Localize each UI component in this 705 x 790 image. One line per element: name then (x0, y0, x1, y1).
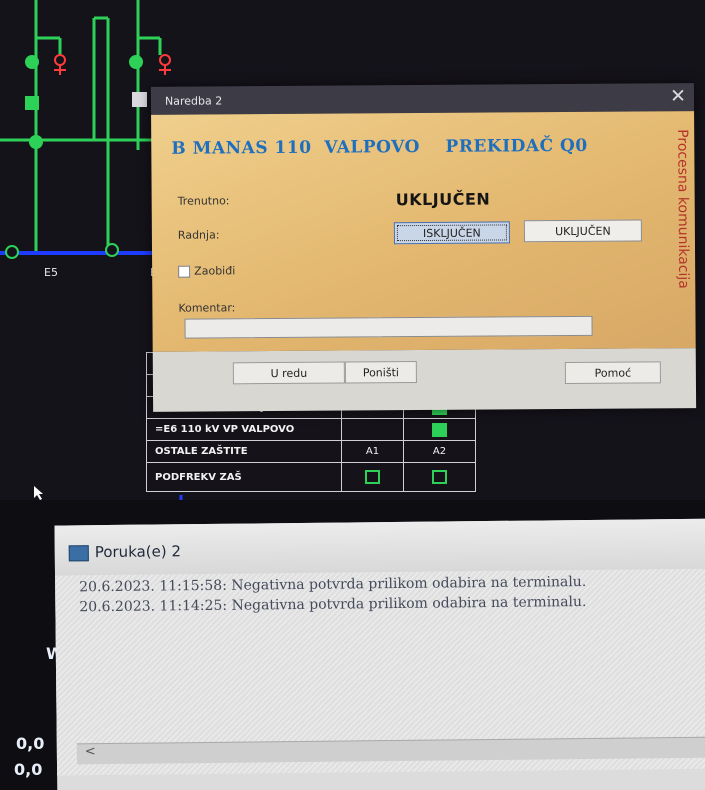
table-row: OSTALE ZAŠTITE A1 A2 (147, 441, 475, 463)
mouse-cursor (34, 486, 43, 500)
bypass-checkbox[interactable] (178, 265, 191, 278)
switch-on-button[interactable]: UKLJUČEN (523, 219, 642, 243)
table-row: =E6 110 kV VP VALPOVO (147, 419, 475, 441)
messages-title: Poruka(e) 2 (94, 542, 182, 562)
status-indicator-on (432, 422, 447, 437)
command-dialog: Naredba 2 ✕ B MANAS 110 VALPOVO PREKIDAČ… (150, 83, 697, 412)
status-indicator-off (365, 470, 380, 484)
status-indicator-off (432, 470, 447, 484)
row-name: PODFREKV ZAŠ (155, 471, 242, 483)
bus-connection (5, 245, 19, 259)
bypass-label: Zaobiđi (194, 264, 236, 278)
row-name: =E6 110 kV VP VALPOVO (155, 424, 295, 435)
window-icon (68, 545, 89, 562)
current-label: Trenutno: (177, 194, 230, 208)
list-item[interactable]: 20.6.2023. 11:14:25: Negativna potvrda p… (79, 594, 586, 615)
readout-value: 0,0 (16, 734, 45, 753)
bay-label-e5: E5 (44, 266, 58, 279)
breaker-closed (25, 96, 39, 110)
dialog-titlebar: Naredba 2 ✕ (150, 83, 695, 115)
device-heading: B MANAS 110 VALPOVO PREKIDAČ Q0 (171, 135, 588, 159)
node (129, 55, 143, 69)
table-row: PODFREKV ZAŠ (147, 463, 475, 491)
dialog-body: B MANAS 110 VALPOVO PREKIDAČ Q0 Procesna… (151, 111, 696, 352)
scroll-left-icon[interactable]: < (85, 744, 96, 759)
list-item[interactable]: 20.6.2023. 11:15:58: Negativna potvrda p… (79, 574, 586, 595)
ok-button[interactable]: U redu (232, 361, 345, 385)
row-name: OSTALE ZAŠTITE (155, 446, 248, 457)
close-icon[interactable]: ✕ (670, 85, 686, 107)
scada-screen: E5 E6 S = =E5 110 kV VP OSIJEK 2 =E6 110… (0, 0, 705, 500)
lower-screen: W 0,0 0,0 Poruka(e) 2 20.6.2023. 11:15:5… (0, 500, 705, 790)
current-state-value: UKLJUČEN (395, 189, 491, 210)
messages-window: Poruka(e) 2 20.6.2023. 11:15:58: Negativ… (54, 518, 705, 790)
help-button[interactable]: Pomoć (564, 361, 661, 385)
readout-value: 0,0 (14, 760, 43, 779)
dialog-footer: U redu Poništi Pomoć (152, 348, 697, 412)
breaker-unknown (132, 92, 147, 107)
node (25, 55, 39, 69)
comment-input[interactable] (184, 315, 593, 339)
dialog-title: Naredba 2 (164, 94, 223, 108)
switch-off-button[interactable]: ISKLJUČEN (393, 221, 510, 245)
process-communication-label: Procesna komunikacija (674, 129, 692, 289)
cancel-button[interactable]: Poništi (344, 361, 417, 384)
column-header-a1: A1 (341, 441, 403, 462)
node (29, 135, 43, 149)
column-header-a2: A2 (403, 441, 475, 462)
comment-label: Komentar: (178, 301, 236, 315)
messages-titlebar: Poruka(e) 2 (54, 518, 705, 576)
action-label: Radnja: (177, 228, 220, 242)
bus-connection (105, 243, 119, 257)
